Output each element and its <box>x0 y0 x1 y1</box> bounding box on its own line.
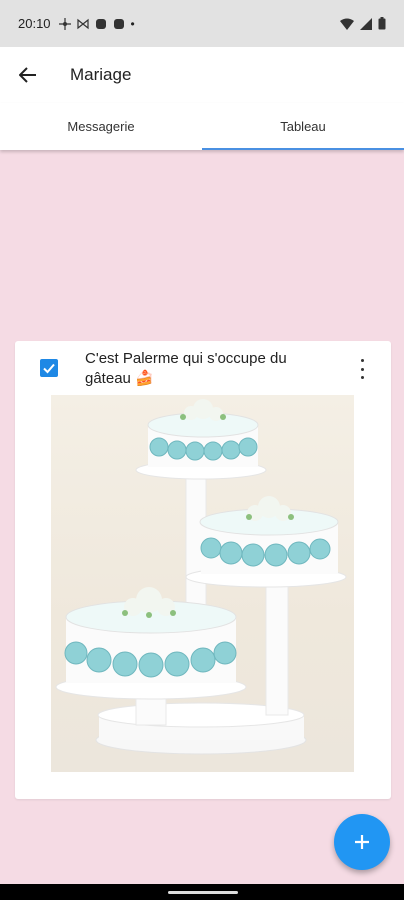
app-icon <box>95 18 106 29</box>
card-checkbox[interactable] <box>40 359 58 377</box>
more-vertical-icon <box>360 359 364 362</box>
tab-label: Messagerie <box>67 119 135 134</box>
app-icon <box>113 18 124 29</box>
card-menu-button[interactable] <box>355 359 369 379</box>
tab-messagerie[interactable]: Messagerie <box>0 103 202 150</box>
status-time: 20:10 <box>18 16 51 31</box>
tab-bar: Messagerie Tableau <box>0 103 404 150</box>
fan-icon <box>58 17 71 30</box>
check-icon <box>43 363 55 374</box>
bowtie-icon <box>76 18 89 29</box>
tab-tableau[interactable]: Tableau <box>202 103 404 150</box>
status-bar: 20:10 • <box>0 0 404 47</box>
tab-label: Tableau <box>280 119 326 134</box>
cake-photo <box>51 395 354 772</box>
app-bar: Mariage <box>0 47 404 103</box>
battery-icon <box>378 17 386 30</box>
home-handle[interactable] <box>168 891 238 894</box>
notification-icons: • <box>58 16 135 31</box>
system-nav-bar <box>0 884 404 900</box>
cake-illustration <box>55 399 347 755</box>
plus-icon <box>355 835 369 849</box>
card-text: C'est Palerme qui s'occupe du gâteau 🍰 <box>85 350 287 387</box>
back-button[interactable] <box>0 47 56 103</box>
signal-icon <box>360 17 372 30</box>
board-card[interactable]: C'est Palerme qui s'occupe du gâteau 🍰 <box>15 341 391 799</box>
status-dot: • <box>130 16 135 31</box>
add-button[interactable] <box>334 814 390 870</box>
page-title: Mariage <box>70 65 132 84</box>
arrow-left-icon <box>19 67 36 83</box>
wifi-icon <box>340 18 354 30</box>
